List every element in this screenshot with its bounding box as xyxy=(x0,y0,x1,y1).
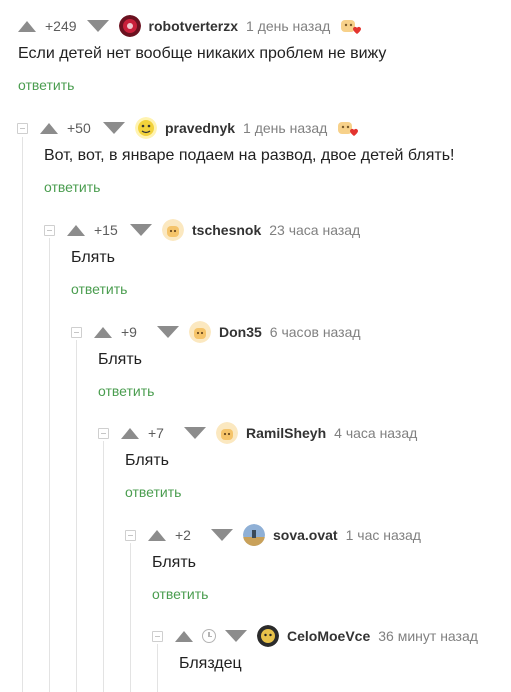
comment-username[interactable]: robotverterzx xyxy=(149,18,238,34)
award-heart-icon[interactable] xyxy=(337,117,359,139)
comment-time[interactable]: 1 день назад xyxy=(246,18,330,34)
comment-time[interactable]: 23 часа назад xyxy=(269,222,360,238)
comment-text: Вот, вот, в январе подаем на развод, дво… xyxy=(44,147,455,164)
reply-link[interactable]: ответить xyxy=(44,179,100,195)
reply-link[interactable]: ответить xyxy=(152,586,208,602)
comment-text: Блять xyxy=(125,452,169,469)
thread-line[interactable] xyxy=(103,441,104,692)
comment-rating: +249 xyxy=(45,18,77,34)
collapse-branch-icon[interactable] xyxy=(44,224,55,236)
comment-header: +2 sova.ovat 1 час назад xyxy=(125,523,421,547)
comment-rating: +50 xyxy=(67,120,91,136)
comment-rating: +2 xyxy=(175,527,191,543)
comment-header: CeloMoeVce 36 минут назад xyxy=(152,624,478,648)
yellow-face-avatar-icon[interactable] xyxy=(135,117,157,139)
comment-username[interactable]: pravednyk xyxy=(165,120,235,136)
upvote-arrow-icon[interactable] xyxy=(175,630,193,642)
comment-text: Блять xyxy=(152,554,196,571)
downvote-arrow-icon[interactable] xyxy=(86,20,109,32)
reply-link[interactable]: ответить xyxy=(18,77,74,93)
default-avatar-icon[interactable] xyxy=(189,321,211,343)
comment-header: +50 pravednyk 1 день назад xyxy=(17,116,359,140)
downvote-arrow-icon[interactable] xyxy=(103,122,125,134)
clock-icon xyxy=(202,629,216,643)
downvote-arrow-icon[interactable] xyxy=(211,529,233,541)
collapse-branch-icon[interactable] xyxy=(71,326,82,338)
collapse-branch-icon[interactable] xyxy=(98,427,109,439)
comment-rating: +7 xyxy=(148,425,164,441)
award-heart-icon[interactable] xyxy=(340,15,362,37)
collapse-branch-icon[interactable] xyxy=(152,630,163,642)
comment-text: Если детей нет вообще никаких проблем не… xyxy=(18,45,387,62)
comment-time[interactable]: 1 час назад xyxy=(346,527,421,543)
default-avatar-icon[interactable] xyxy=(162,219,184,241)
reply-link[interactable]: ответить xyxy=(71,281,127,297)
comment-header: +15 tschesnok 23 часа назад xyxy=(44,218,360,242)
comment-time[interactable]: 36 минут назад xyxy=(378,628,478,644)
upvote-arrow-icon[interactable] xyxy=(148,529,166,541)
thread-line[interactable] xyxy=(76,340,77,692)
comment-header: +7 RamilSheyh 4 часа назад xyxy=(98,421,417,445)
comment-time[interactable]: 4 часа назад xyxy=(334,425,417,441)
comment-username[interactable]: sova.ovat xyxy=(273,527,338,543)
comment-header: +9 Don35 6 часов назад xyxy=(71,320,361,344)
red-robot-avatar-icon[interactable] xyxy=(118,15,141,37)
comment-rating: +15 xyxy=(94,222,118,238)
comment-time[interactable]: 6 часов назад xyxy=(270,324,361,340)
thread-line[interactable] xyxy=(22,137,23,692)
thread-line[interactable] xyxy=(130,543,131,692)
comment-username[interactable]: CeloMoeVce xyxy=(287,628,370,644)
upvote-arrow-icon[interactable] xyxy=(121,427,139,439)
comment-text: Бляздец xyxy=(179,655,242,672)
upvote-arrow-icon[interactable] xyxy=(40,122,58,134)
comment-text: Блять xyxy=(71,249,115,266)
reply-link[interactable]: ответить xyxy=(125,484,181,500)
reply-link[interactable]: ответить xyxy=(98,383,154,399)
comment-time[interactable]: 1 день назад xyxy=(243,120,327,136)
comment-rating: +9 xyxy=(121,324,137,340)
comment-header: +249 robotverterzx 1 день назад xyxy=(18,14,362,38)
upvote-arrow-icon[interactable] xyxy=(67,224,85,236)
comment-username[interactable]: tschesnok xyxy=(192,222,261,238)
thread-line[interactable] xyxy=(157,644,158,692)
downvote-arrow-icon[interactable] xyxy=(225,630,247,642)
comment-username[interactable]: RamilSheyh xyxy=(246,425,326,441)
comment-text: Блять xyxy=(98,351,142,368)
comment-username[interactable]: Don35 xyxy=(219,324,262,340)
collapse-branch-icon[interactable] xyxy=(17,122,28,134)
thread-line[interactable] xyxy=(49,238,50,692)
landscape-avatar-icon[interactable] xyxy=(243,524,265,546)
default-avatar-icon[interactable] xyxy=(216,422,238,444)
downvote-arrow-icon[interactable] xyxy=(130,224,152,236)
upvote-arrow-icon[interactable] xyxy=(18,20,36,32)
upvote-arrow-icon[interactable] xyxy=(94,326,112,338)
collapse-branch-icon[interactable] xyxy=(125,529,136,541)
downvote-arrow-icon[interactable] xyxy=(157,326,179,338)
dark-avatar-icon[interactable] xyxy=(257,625,279,647)
downvote-arrow-icon[interactable] xyxy=(184,427,206,439)
